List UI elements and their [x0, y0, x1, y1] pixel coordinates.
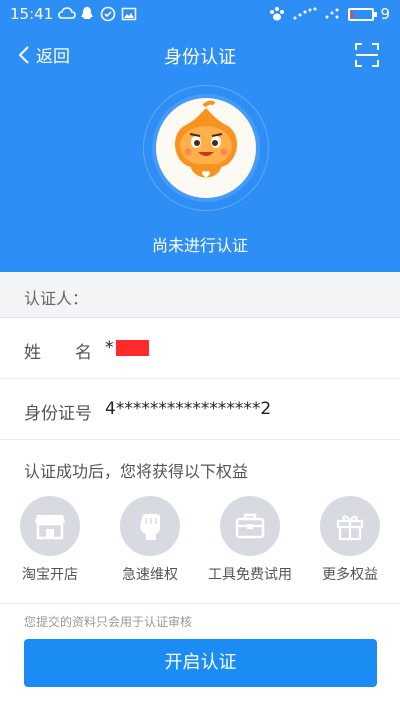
cloud-icon: [58, 6, 76, 22]
benefit-tools-trial[interactable]: 工具免费试用: [200, 496, 300, 584]
signal-icon: [293, 7, 317, 20]
name-value: *: [105, 338, 149, 358]
redaction-mark: [115, 340, 149, 356]
benefits-grid: 淘宝开店 急速维权 工具免费试用 更多权益: [0, 496, 400, 596]
benefits-title: 认证成功后，您将获得以下权益: [24, 462, 249, 481]
benefit-rights-protection[interactable]: 急速维权: [100, 496, 200, 584]
system-icons: 9: [268, 5, 390, 23]
scan-icon[interactable]: [354, 42, 380, 68]
image-icon: [121, 6, 137, 22]
toolbox-icon: [220, 496, 280, 556]
status-bar: 15:41 9: [0, 0, 400, 30]
paw-icon: [270, 7, 285, 21]
status-time: 15:41: [10, 5, 54, 23]
id-number-label: 身份证号: [24, 404, 92, 424]
privacy-note: 您提交的资料只会用于认证审核: [24, 615, 193, 629]
name-value-text: *: [105, 338, 114, 358]
benefit-label: 急速维权: [122, 567, 178, 583]
nav-bar: 返回 身份认证: [0, 30, 400, 82]
page-title: 身份认证: [164, 47, 236, 68]
qq-icon: [79, 6, 95, 22]
start-verification-button[interactable]: 开启认证: [24, 639, 377, 687]
battery-text: 9: [380, 5, 390, 23]
name-row: 姓 名 *: [0, 319, 400, 379]
wifi-icon: [325, 8, 339, 19]
shop-icon: [20, 496, 80, 556]
check-circle-icon: [100, 6, 116, 22]
battery-icon: [348, 7, 378, 21]
benefit-label: 淘宝开店: [22, 567, 78, 583]
avatar: [156, 98, 256, 198]
benefit-label: 工具免费试用: [208, 567, 292, 583]
name-label: 姓 名: [24, 343, 92, 363]
divider: [0, 603, 400, 604]
battery-level: [351, 10, 354, 18]
verification-status: 尚未进行认证: [151, 236, 248, 255]
mascot-icon: [175, 100, 237, 178]
id-number-row: 身份证号 4*****************2: [0, 380, 400, 440]
fist-icon: [120, 496, 180, 556]
benefit-label: 更多权益: [322, 567, 378, 583]
benefit-more[interactable]: 更多权益: [300, 496, 400, 584]
notification-icons: [58, 6, 137, 22]
benefit-open-shop[interactable]: 淘宝开店: [0, 496, 100, 584]
id-number-value: 4*****************2: [105, 399, 272, 419]
gift-icon: [320, 496, 380, 556]
certifier-section-label: 认证人：: [0, 272, 400, 318]
